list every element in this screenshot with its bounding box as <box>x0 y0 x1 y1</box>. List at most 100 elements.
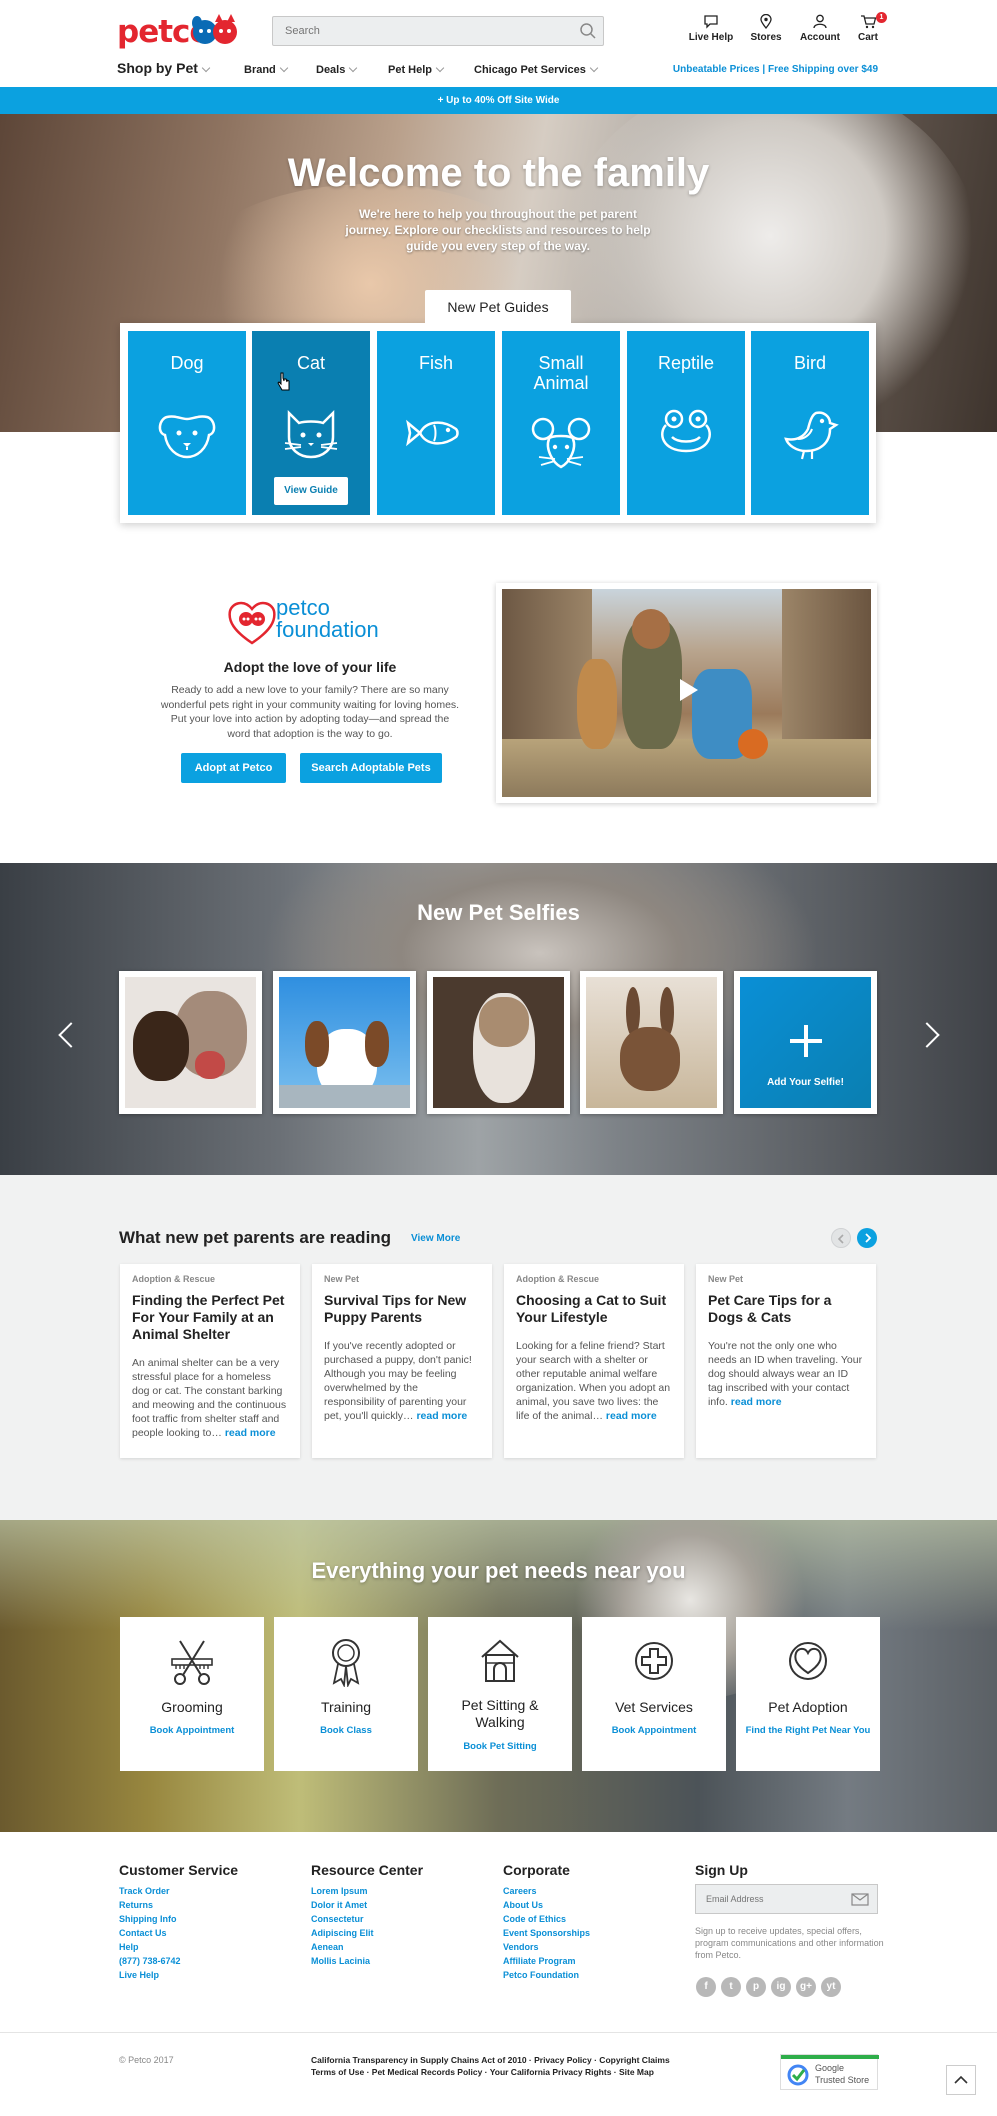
service-link[interactable]: Find the Right Pet Near You <box>736 1725 880 1736</box>
instagram-icon[interactable]: ig <box>771 1977 791 1997</box>
read-more-link[interactable]: read more <box>225 1427 276 1439</box>
footer-links-customer-service: Track Order Returns Shipping Info Contac… <box>119 1884 181 1982</box>
play-icon[interactable] <box>680 679 698 701</box>
article-title[interactable]: Choosing a Cat to Suit Your Lifestyle <box>516 1292 672 1326</box>
nav-deals-label: Deals <box>316 64 346 76</box>
selfie-card[interactable] <box>119 971 262 1114</box>
footer-link[interactable]: Returns <box>119 1898 181 1912</box>
legal-links-line-1[interactable]: California Transparency in Supply Chains… <box>311 2054 670 2066</box>
footer-link[interactable]: Dolor it Amet <box>311 1898 374 1912</box>
selfie-photo-beagle <box>279 977 410 1108</box>
article-card[interactable]: New Pet Survival Tips for New Puppy Pare… <box>312 1264 492 1458</box>
view-guide-button[interactable]: View Guide <box>274 477 348 505</box>
heart-paw-icon <box>228 601 276 645</box>
footer-link[interactable]: (877) 738-6742 <box>119 1954 181 1968</box>
read-more-link[interactable]: read more <box>416 1410 467 1422</box>
live-help-button[interactable]: Live Help <box>686 14 736 43</box>
selfie-card[interactable] <box>580 971 723 1114</box>
search-input[interactable] <box>273 17 563 45</box>
selfie-card[interactable] <box>273 971 416 1114</box>
selfie-card[interactable] <box>427 971 570 1114</box>
guide-small-animal[interactable]: Small Animal <box>502 331 620 515</box>
google-plus-icon[interactable]: g+ <box>796 1977 816 1997</box>
trusted-store-line-1: Google <box>815 2063 845 2073</box>
nav-shop-by-pet[interactable]: Shop by Pet <box>117 60 211 76</box>
google-trusted-store-badge[interactable]: Google Trusted Store <box>780 2054 879 2090</box>
guide-cat-label: Cat <box>296 353 325 373</box>
footer-link[interactable]: Aenean <box>311 1940 374 1954</box>
selfie-photo-dogs <box>125 977 256 1108</box>
mouse-icon <box>531 417 591 469</box>
footer-link[interactable]: Consectetur <box>311 1912 374 1926</box>
adoption-video[interactable] <box>496 583 877 803</box>
read-more-link[interactable]: read more <box>731 1396 782 1408</box>
service-pet-sitting[interactable]: Pet Sitting & Walking Book Pet Sitting <box>428 1617 572 1771</box>
service-training[interactable]: Training Book Class <box>274 1617 418 1771</box>
guide-fish[interactable]: Fish <box>377 331 495 515</box>
service-vet[interactable]: Vet Services Book Appointment <box>582 1617 726 1771</box>
youtube-icon[interactable]: yt <box>821 1977 841 1997</box>
footer-link[interactable]: Track Order <box>119 1884 181 1898</box>
service-link[interactable]: Book Appointment <box>582 1725 726 1736</box>
reading-next-button[interactable] <box>857 1228 877 1248</box>
footer-link[interactable]: Code of Ethics <box>503 1912 590 1926</box>
article-card[interactable]: Adoption & Rescue Finding the Perfect Pe… <box>120 1264 300 1458</box>
nav-deals[interactable]: Deals <box>316 63 358 76</box>
footer-link[interactable]: Help <box>119 1940 181 1954</box>
pinterest-icon[interactable]: p <box>746 1977 766 1997</box>
email-input[interactable] <box>696 1885 846 1913</box>
guide-dog[interactable]: Dog <box>128 331 246 515</box>
guide-bird[interactable]: Bird <box>751 331 869 515</box>
foundation-text: Ready to add a new love to your family? … <box>160 684 460 740</box>
service-grooming[interactable]: Grooming Book Appointment <box>120 1617 264 1771</box>
guide-fish-label: Fish <box>418 353 453 373</box>
back-to-top-button[interactable] <box>946 2065 976 2095</box>
read-more-link[interactable]: read more <box>606 1410 657 1422</box>
guide-cat[interactable]: Cat View Guide <box>252 331 370 515</box>
service-name: Vet Services <box>615 1699 693 1715</box>
search-adoptable-pets-button[interactable]: Search Adoptable Pets <box>300 753 442 783</box>
footer-link[interactable]: Petco Foundation <box>503 1968 590 1982</box>
footer-link[interactable]: Adipiscing Elit <box>311 1926 374 1940</box>
footer-link[interactable]: Event Sponsorships <box>503 1926 590 1940</box>
service-adoption[interactable]: Pet Adoption Find the Right Pet Near You <box>736 1617 880 1771</box>
account-button[interactable]: Account <box>795 14 845 43</box>
stores-button[interactable]: Stores <box>741 14 791 43</box>
cart-button[interactable]: 1 Cart <box>843 12 893 43</box>
guide-reptile[interactable]: Reptile <box>627 331 745 515</box>
article-card[interactable]: Adoption & Rescue Choosing a Cat to Suit… <box>504 1264 684 1458</box>
footer-link[interactable]: Careers <box>503 1884 590 1898</box>
footer-link[interactable]: About Us <box>503 1898 590 1912</box>
adopt-at-petco-button[interactable]: Adopt at Petco <box>181 753 286 783</box>
footer-link[interactable]: Mollis Lacinia <box>311 1954 374 1968</box>
nav-pet-help[interactable]: Pet Help <box>388 63 445 76</box>
footer-link[interactable]: Lorem Ipsum <box>311 1884 374 1898</box>
twitter-icon[interactable]: t <box>721 1977 741 1997</box>
search-icon[interactable] <box>579 22 597 40</box>
location-icon <box>760 14 772 29</box>
envelope-icon[interactable] <box>851 1893 869 1906</box>
article-title[interactable]: Pet Care Tips for a Dogs & Cats <box>708 1292 864 1326</box>
reading-prev-button[interactable] <box>831 1228 851 1248</box>
footer-link[interactable]: Affiliate Program <box>503 1954 590 1968</box>
service-link[interactable]: Book Class <box>274 1725 418 1736</box>
service-link[interactable]: Book Appointment <box>120 1725 264 1736</box>
article-title[interactable]: Finding the Perfect Pet For Your Family … <box>132 1292 288 1343</box>
service-link[interactable]: Book Pet Sitting <box>428 1741 572 1752</box>
nav-brand[interactable]: Brand <box>244 63 289 76</box>
article-title[interactable]: Survival Tips for New Puppy Parents <box>324 1292 480 1326</box>
view-more-link[interactable]: View More <box>411 1233 460 1244</box>
add-selfie-card[interactable]: Add Your Selfie! <box>734 971 877 1114</box>
footer-link[interactable]: Live Help <box>119 1968 181 1982</box>
footer-link[interactable]: Contact Us <box>119 1926 181 1940</box>
footer-link[interactable]: Vendors <box>503 1940 590 1954</box>
article-card[interactable]: New Pet Pet Care Tips for a Dogs & Cats … <box>696 1264 876 1458</box>
promo-banner[interactable]: + Up to 40% Off Site Wide <box>0 87 997 114</box>
footer-heading-sign-up: Sign Up <box>695 1862 748 1878</box>
email-signup-field <box>695 1884 878 1914</box>
nav-chicago-pet-services[interactable]: Chicago Pet Services <box>474 63 599 76</box>
footer-link[interactable]: Shipping Info <box>119 1912 181 1926</box>
legal-links-line-2[interactable]: Terms of Use · Pet Medical Records Polic… <box>311 2066 670 2078</box>
facebook-icon[interactable]: f <box>696 1977 716 1997</box>
shipping-promo-link[interactable]: Unbeatable Prices | Free Shipping over $… <box>673 64 878 75</box>
